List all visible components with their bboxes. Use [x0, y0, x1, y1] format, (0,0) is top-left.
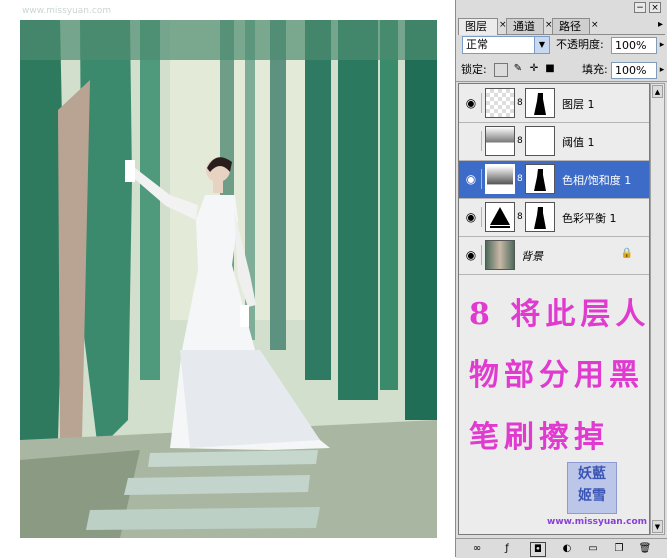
lock-transparency-icon[interactable] — [494, 63, 508, 77]
opacity-input[interactable]: 100% — [611, 37, 657, 54]
layer-mask-thumbnail — [525, 88, 555, 118]
fill-value: 100% — [615, 64, 647, 77]
tab-channels[interactable]: 通道 — [506, 18, 544, 34]
threshold-adjustment-icon — [485, 126, 515, 156]
layer-row[interactable]: ◉ 8 图层 1 — [459, 85, 649, 123]
blend-opacity-row: 正常 ▼ 不透明度: 100% ▸ — [456, 35, 667, 57]
scroll-down-icon[interactable]: ▼ — [652, 520, 663, 533]
layer-mask-thumbnail — [525, 126, 555, 156]
add-mask-icon[interactable]: ◘ — [530, 542, 546, 557]
layer-row[interactable]: ◉ 背景 🔒 — [459, 237, 649, 275]
minimize-button[interactable]: − — [634, 2, 646, 13]
layer-mask-thumbnail — [525, 164, 555, 194]
layers-bottom-toolbar: ∞ ƒ ◘ ◐ ▭ ❐ 🗑 — [456, 538, 667, 558]
scroll-up-icon[interactable]: ▲ — [652, 85, 663, 98]
layer-row[interactable]: ◉ 8 色彩平衡 1 — [459, 199, 649, 237]
close-button[interactable]: × — [649, 2, 661, 13]
lock-position-icon[interactable]: ✛ — [528, 63, 540, 75]
lock-icon: 🔒 — [620, 248, 633, 259]
link-icon[interactable]: 8 — [517, 98, 523, 108]
adjustment-layer-icon[interactable]: ◐ — [560, 542, 574, 555]
eye-icon[interactable]: ◉ — [461, 169, 482, 189]
layer-row[interactable]: 8 阈值 1 — [459, 123, 649, 161]
layer-name[interactable]: 图层 1 — [562, 96, 595, 112]
fill-input[interactable]: 100% — [611, 62, 657, 79]
annotation-line-2: 物部分用黑 — [469, 358, 644, 393]
eye-icon-hidden[interactable] — [461, 131, 482, 151]
layer-name[interactable]: 色相/饱和度 1 — [562, 172, 631, 188]
annotation-line-3: 笔刷擦掉 — [469, 420, 609, 455]
photo-illustration — [20, 20, 437, 538]
link-icon[interactable]: 8 — [517, 136, 523, 146]
hue-saturation-adjustment-icon — [485, 164, 515, 194]
layers-palette: − × 图层 × 通道 × 路径 × ▸ 正常 ▼ 不透明度: 100% ▸ 锁… — [455, 0, 667, 558]
opacity-arrow-icon[interactable]: ▸ — [656, 37, 667, 54]
document-canvas[interactable]: www.missyuan.com — [0, 0, 455, 557]
layer-mask-thumbnail — [525, 202, 555, 232]
stamp-url: www.missyuan.com — [547, 517, 648, 527]
chevron-down-icon[interactable]: ▼ — [534, 37, 549, 53]
opacity-label: 不透明度: — [556, 38, 604, 51]
annotation-line-1: 8 将此层人 — [469, 297, 650, 332]
blend-mode-value: 正常 — [466, 38, 488, 51]
author-stamp: 妖藍 姬雪 — [567, 462, 617, 514]
opacity-value: 100% — [615, 39, 647, 52]
watermark-text: www.missyuan.com — [22, 6, 112, 16]
palette-tabs: 图层 × 通道 × 路径 × — [458, 16, 665, 35]
tab-paths-label: 路径 — [559, 20, 581, 33]
layer-name[interactable]: 背景 — [521, 248, 543, 264]
eye-icon[interactable]: ◉ — [461, 245, 482, 265]
stamp-line-2: 姬雪 — [578, 488, 606, 504]
blend-mode-select[interactable]: 正常 ▼ — [462, 36, 550, 54]
lock-fill-row: 锁定: ✎ ✛ ■ 填充: 100% ▸ — [456, 59, 667, 82]
layers-scrollbar[interactable]: ▲ ▼ — [650, 83, 665, 535]
link-layers-icon[interactable]: ∞ — [470, 542, 484, 555]
link-icon[interactable]: 8 — [517, 174, 523, 184]
lock-label: 锁定: — [461, 63, 487, 76]
layer-name[interactable]: 阈值 1 — [562, 134, 595, 150]
tab-layers[interactable]: 图层 — [458, 18, 498, 35]
folder-icon[interactable]: ▭ — [586, 542, 600, 555]
tab-paths[interactable]: 路径 — [552, 18, 590, 34]
layer-thumbnail — [485, 88, 515, 118]
color-balance-adjustment-icon — [485, 202, 515, 232]
layer-row-selected[interactable]: ◉ 8 色相/饱和度 1 — [459, 161, 649, 199]
link-icon[interactable]: 8 — [517, 212, 523, 222]
eye-icon[interactable]: ◉ — [461, 207, 482, 227]
eye-icon[interactable]: ◉ — [461, 93, 482, 113]
layer-name[interactable]: 色彩平衡 1 — [562, 210, 617, 226]
stamp-line-1: 妖藍 — [578, 466, 606, 482]
layers-list: ◉ 8 图层 1 8 阈值 1 ◉ 8 色相/饱和度 1 ◉ 8 色彩平衡 1 … — [458, 83, 650, 535]
trash-icon[interactable]: 🗑 — [638, 542, 652, 555]
palette-menu-icon[interactable]: ▸ — [658, 19, 663, 30]
background-thumbnail — [485, 240, 515, 270]
tab-channels-label: 通道 — [513, 20, 535, 33]
tab-layers-label: 图层 — [465, 20, 487, 33]
fill-label: 填充: — [582, 63, 608, 76]
lock-pixels-icon[interactable]: ✎ — [512, 63, 524, 75]
palette-titlebar: − × — [456, 0, 667, 16]
lock-all-icon[interactable]: ■ — [544, 63, 556, 75]
fill-arrow-icon[interactable]: ▸ — [656, 62, 667, 79]
tab-paths-close-icon[interactable]: × — [591, 20, 599, 30]
bride-forest-photo — [20, 20, 437, 538]
new-layer-icon[interactable]: ❐ — [612, 542, 626, 555]
layer-style-icon[interactable]: ƒ — [500, 542, 514, 555]
